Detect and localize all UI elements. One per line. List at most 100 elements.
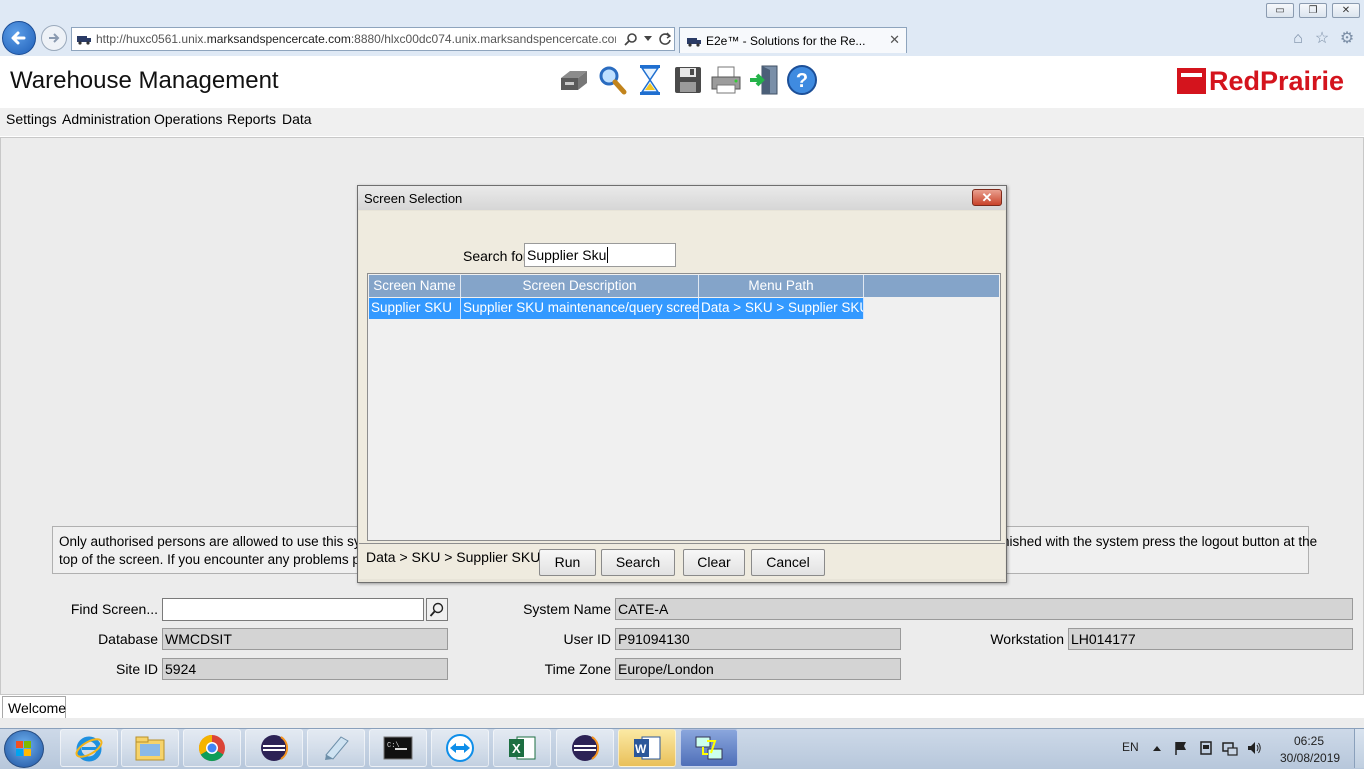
favorites-star-icon[interactable]: ☆	[1312, 29, 1332, 49]
logo-mark-icon	[1177, 68, 1206, 94]
menu-operations[interactable]: Operations	[154, 111, 222, 127]
internet-explorer-icon	[75, 736, 103, 762]
workstation-field: LH014177	[1068, 628, 1353, 650]
terminal-icon: C:\	[383, 736, 413, 760]
menu-reports[interactable]: Reports	[227, 111, 276, 127]
site-id-field: 5924	[162, 658, 448, 680]
find-screen-button[interactable]	[426, 598, 448, 621]
database-label: Database	[98, 631, 158, 647]
hourglass-icon[interactable]	[634, 64, 666, 96]
menu-data[interactable]: Data	[282, 111, 312, 127]
print-icon[interactable]	[710, 64, 742, 96]
save-icon[interactable]	[672, 64, 704, 96]
search-for-input[interactable]: Supplier Sku	[524, 243, 676, 267]
table-cell[interactable]: Supplier SKU	[369, 298, 461, 319]
tab-favicon-icon	[687, 38, 701, 47]
minimize-button[interactable]: ▭	[1266, 3, 1294, 18]
exit-door-icon[interactable]	[748, 64, 780, 96]
taskbar-teamviewer[interactable]	[431, 729, 489, 767]
show-desktop-button[interactable]	[1354, 729, 1364, 768]
close-window-button[interactable]: ✕	[1332, 3, 1360, 18]
start-button[interactable]	[4, 730, 44, 768]
refresh-icon[interactable]	[658, 32, 672, 46]
tab-close-icon[interactable]: ✕	[889, 32, 900, 48]
taskbar-terminal[interactable]: C:\	[369, 729, 427, 767]
back-arrow-icon	[11, 31, 26, 45]
back-button[interactable]	[2, 21, 36, 55]
clock-date[interactable]: 30/08/2019	[1280, 751, 1340, 765]
taskbar-eclipse-1[interactable]	[245, 729, 303, 767]
url-text: http://huxc0561.unix.marksandspencercate…	[96, 32, 616, 46]
taskbar-network-app[interactable]	[680, 729, 738, 767]
table-cell[interactable]: Data > SKU > Supplier SKU	[699, 298, 864, 319]
selected-menu-path: Data > SKU > Supplier SKU	[366, 549, 541, 565]
search-for-label: Search for	[463, 248, 528, 264]
browser-tab[interactable]: E2e™ - Solutions for the Re... ✕	[679, 27, 907, 53]
find-screen-label: Find Screen...	[70, 601, 158, 617]
volume-icon[interactable]	[1246, 740, 1262, 756]
drawer-icon[interactable]	[558, 64, 590, 96]
excel-icon: X	[509, 736, 536, 760]
chevron-down-icon[interactable]	[644, 36, 652, 42]
notice-text-left: Only authorised persons are allowed to u…	[59, 534, 390, 567]
taskbar-internet-explorer[interactable]	[60, 729, 118, 767]
notice-text-right: nished with the system press the logout …	[1002, 534, 1318, 549]
system-name-label: System Name	[523, 601, 611, 617]
tray-expand-icon[interactable]	[1152, 744, 1162, 752]
taskbar-excel[interactable]: X	[493, 729, 551, 767]
cancel-button[interactable]: Cancel	[751, 549, 825, 576]
taskbar-eclipse-2[interactable]	[556, 729, 614, 767]
action-center-flag-icon[interactable]	[1173, 740, 1189, 756]
tab-strip	[0, 718, 1364, 728]
menu-administration[interactable]: Administration	[62, 111, 151, 127]
language-indicator[interactable]: EN	[1122, 740, 1139, 754]
dialog-body: Search for Supplier Sku Screen Name Scre…	[359, 211, 1005, 579]
taskbar-file-explorer[interactable]	[121, 729, 179, 767]
tab-title: E2e™ - Solutions for the Re...	[706, 34, 866, 48]
restore-button[interactable]: ❐	[1299, 3, 1327, 18]
address-search-icon[interactable]	[624, 32, 638, 46]
settings-gear-icon[interactable]: ⚙	[1337, 29, 1357, 49]
workstation-label: Workstation	[990, 631, 1064, 647]
column-header-screen-name[interactable]: Screen Name	[369, 275, 461, 297]
column-header-screen-description[interactable]: Screen Description	[461, 275, 699, 297]
home-icon[interactable]: ⌂	[1288, 29, 1308, 49]
svg-text:?: ?	[796, 70, 808, 92]
site-id-label: Site ID	[115, 661, 158, 677]
dialog-close-button[interactable]: ✕	[972, 189, 1002, 206]
windows-logo-icon	[16, 741, 31, 756]
time-zone-field: Europe/London	[615, 658, 901, 680]
clear-button[interactable]: Clear	[683, 549, 745, 576]
time-zone-label: Time Zone	[544, 661, 611, 677]
address-bar[interactable]: http://huxc0561.unix.marksandspencercate…	[71, 27, 675, 51]
chrome-icon	[198, 734, 225, 762]
forward-arrow-icon	[49, 33, 60, 43]
run-button[interactable]: Run	[539, 549, 596, 576]
network-app-icon	[695, 736, 723, 760]
divider	[359, 543, 1005, 544]
search-button[interactable]: Search	[601, 549, 675, 576]
taskbar-chrome[interactable]	[183, 729, 241, 767]
user-id-field: P91094130	[615, 628, 901, 650]
column-header-menu-path[interactable]: Menu Path	[699, 275, 864, 297]
find-screen-input[interactable]	[162, 598, 424, 621]
help-icon[interactable]: ?	[786, 64, 818, 96]
dialog-title: Screen Selection	[364, 191, 463, 206]
menu-settings[interactable]: Settings	[6, 111, 57, 127]
search-icon[interactable]	[596, 64, 628, 96]
teamviewer-icon	[446, 734, 474, 762]
svg-text:W: W	[635, 742, 647, 756]
tab-welcome[interactable]: Welcome	[2, 696, 66, 718]
taskbar-notepad[interactable]	[307, 729, 365, 767]
forward-button[interactable]	[41, 25, 67, 51]
taskbar-word[interactable]: W	[618, 729, 676, 767]
clock-time[interactable]: 06:25	[1294, 734, 1324, 748]
notepad-icon	[325, 736, 349, 760]
device-icon[interactable]	[1198, 740, 1214, 756]
word-icon: W	[634, 736, 661, 760]
site-favicon-icon	[77, 36, 91, 45]
table-cell[interactable]: Supplier SKU maintenance/query screen	[461, 298, 699, 319]
app-title: Warehouse Management	[10, 67, 279, 94]
eclipse-icon	[572, 735, 599, 761]
network-icon[interactable]	[1222, 740, 1238, 756]
